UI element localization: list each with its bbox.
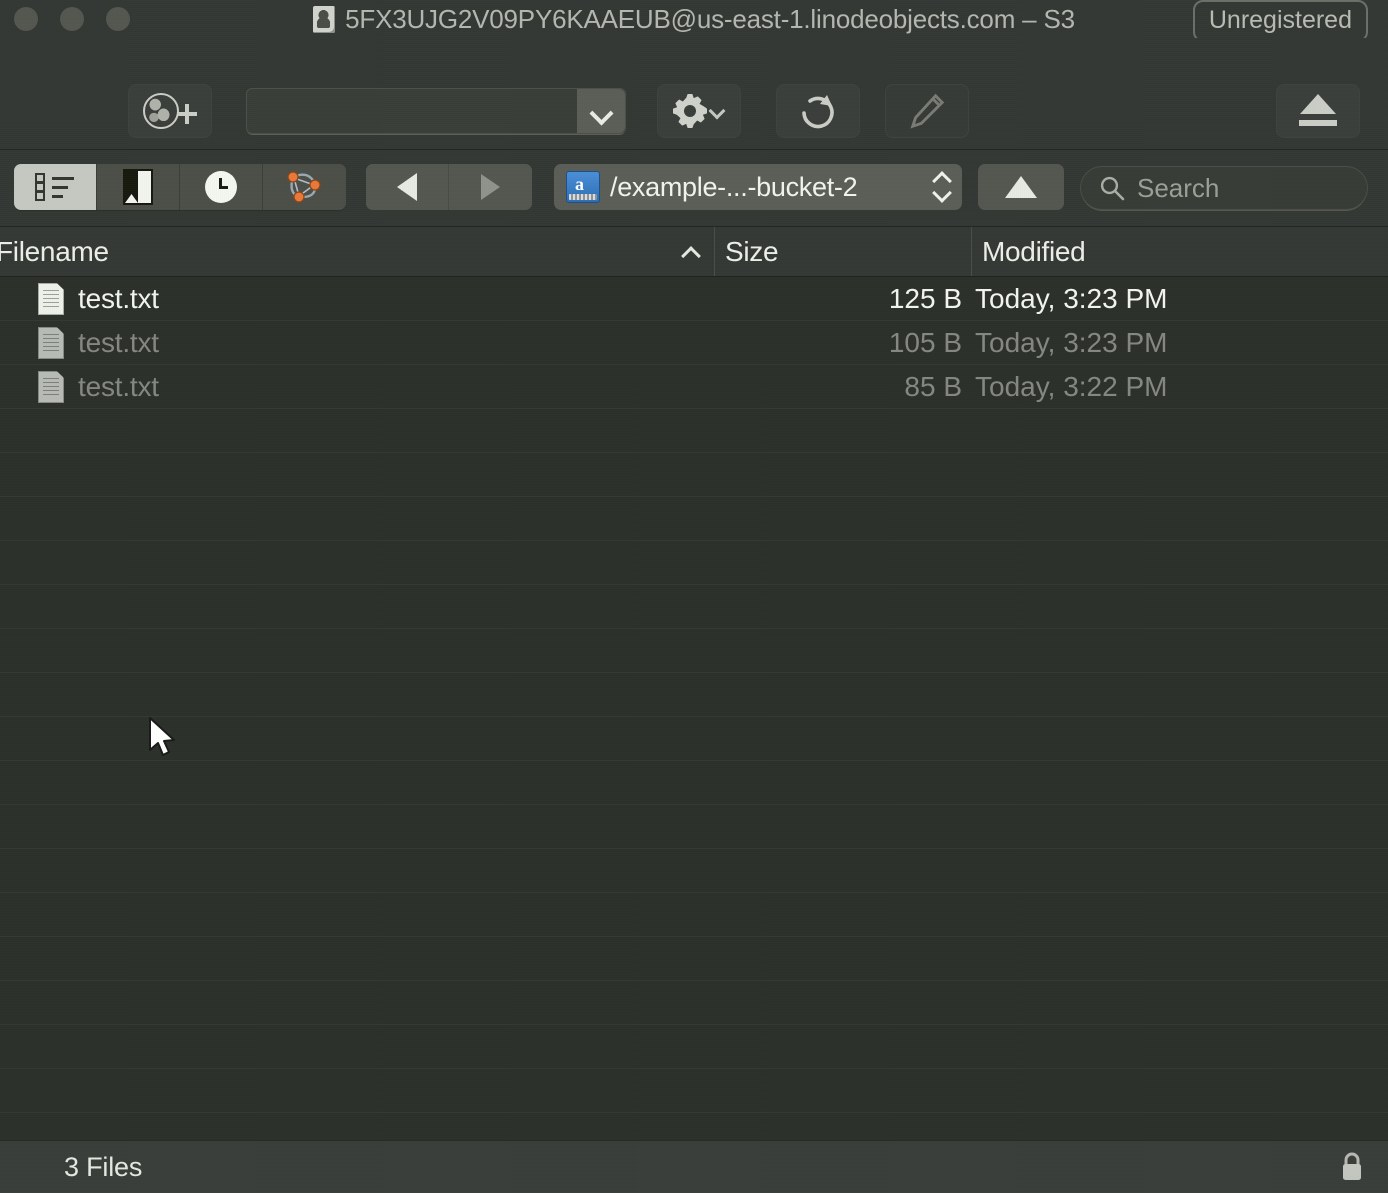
view-segmented-control <box>14 164 346 210</box>
column-header-size-label: Size <box>725 236 778 268</box>
file-size-cell: 85 B <box>714 365 966 409</box>
column-header-modified-label: Modified <box>982 236 1085 268</box>
file-modified-cell: Today, 3:23 PM <box>975 321 1167 365</box>
text-document-icon <box>38 327 64 359</box>
column-header-filename-label: Filename <box>0 236 109 268</box>
column-header-modified[interactable]: Modified <box>971 227 1388 276</box>
quick-connect-combobox[interactable] <box>246 88 626 134</box>
file-rows: test.txt 125 B Today, 3:23 PM test.txt 1… <box>0 277 1388 409</box>
lock-icon[interactable] <box>1338 1150 1366 1184</box>
action-icon-wrap <box>657 84 741 138</box>
refresh-icon <box>798 91 838 131</box>
traffic-light-group <box>0 7 130 31</box>
amazon-s3-icon: a <box>566 171 600 203</box>
forward-button[interactable] <box>449 164 532 210</box>
main-toolbar: Open Connection Quick Connect Action <box>0 38 1388 150</box>
file-modified-cell: Today, 3:23 PM <box>975 277 1167 321</box>
caret-up-icon <box>684 245 700 261</box>
transfers-network-icon <box>283 168 327 206</box>
navigation-bar: a /example-...-bucket-2 <box>0 150 1388 227</box>
segment-browser[interactable] <box>14 164 97 210</box>
text-document-icon <box>38 371 64 403</box>
quick-connect-field[interactable] <box>246 88 626 134</box>
backblaze-cyberduck-window: 5FX3UJG2V09PY6KAAEUB@us-east-1.linodeobj… <box>0 0 1388 1193</box>
file-name-label: test.txt <box>78 327 159 359</box>
chevron-down-icon <box>709 105 725 115</box>
zoom-button[interactable] <box>106 7 130 31</box>
file-size-cell: 105 B <box>714 321 966 365</box>
unregistered-badge[interactable]: Unregistered <box>1193 0 1368 42</box>
gear-icon <box>671 93 727 129</box>
text-document-icon <box>38 283 64 315</box>
file-name-cell: test.txt <box>0 277 712 321</box>
column-header-filename[interactable]: Filename <box>0 227 708 276</box>
table-row[interactable]: test.txt 105 B Today, 3:23 PM <box>0 321 1388 365</box>
file-name-cell: test.txt <box>0 365 712 409</box>
disconnect-icon-wrap <box>1276 84 1360 138</box>
file-list-column-headers: Filename Size Modified <box>0 227 1388 277</box>
file-name-cell: test.txt <box>0 321 712 365</box>
file-name-label: test.txt <box>78 283 159 315</box>
clock-icon <box>205 171 237 203</box>
segment-bookmarks[interactable] <box>97 164 180 210</box>
window-titlebar: 5FX3UJG2V09PY6KAAEUB@us-east-1.linodeobj… <box>0 0 1388 38</box>
file-name-label: test.txt <box>78 371 159 403</box>
browser-list-icon <box>35 173 75 201</box>
minimize-button[interactable] <box>60 7 84 31</box>
close-button[interactable] <box>14 7 38 31</box>
segment-history[interactable] <box>180 164 263 210</box>
up-down-stepper-icon <box>932 169 954 205</box>
file-size-cell: 125 B <box>714 277 966 321</box>
globe-plus-icon <box>143 91 197 131</box>
file-modified-cell: Today, 3:22 PM <box>975 365 1167 409</box>
window-title: 5FX3UJG2V09PY6KAAEUB@us-east-1.linodeobj… <box>345 4 1075 35</box>
table-row[interactable]: test.txt 85 B Today, 3:22 PM <box>0 365 1388 409</box>
open-connection-icon-wrap <box>128 84 212 138</box>
window-title-group: 5FX3UJG2V09PY6KAAEUB@us-east-1.linodeobj… <box>0 0 1388 38</box>
triangle-up-icon <box>1005 176 1037 198</box>
triangle-left-icon <box>397 173 417 201</box>
s3-document-icon <box>313 6 335 33</box>
parent-directory-button[interactable] <box>978 164 1064 210</box>
back-button[interactable] <box>366 164 449 210</box>
search-icon <box>1099 175 1125 201</box>
status-bar: 3 Files <box>0 1140 1388 1193</box>
quick-connect-dropdown-button[interactable] <box>577 89 625 133</box>
current-path-label: /example-...-bucket-2 <box>610 172 922 203</box>
file-browser-list[interactable]: test.txt 125 B Today, 3:23 PM test.txt 1… <box>0 277 1388 1140</box>
chevron-down-icon <box>590 105 612 117</box>
edit-icon-wrap <box>885 84 969 138</box>
quick-connect-input[interactable] <box>255 95 569 127</box>
refresh-icon-wrap <box>776 84 860 138</box>
pencil-icon <box>908 92 946 130</box>
column-header-size[interactable]: Size <box>714 227 970 276</box>
table-row[interactable]: test.txt 125 B Today, 3:23 PM <box>0 277 1388 321</box>
triangle-right-icon <box>481 174 500 200</box>
bookmark-icon <box>123 169 153 205</box>
path-popup-button[interactable]: a /example-...-bucket-2 <box>554 164 962 210</box>
segment-transfers[interactable] <box>263 164 346 210</box>
search-input[interactable] <box>1137 173 1388 204</box>
navigation-arrows <box>366 164 532 210</box>
file-count-label: 3 Files <box>64 1152 142 1183</box>
search-field[interactable] <box>1080 166 1368 210</box>
eject-icon <box>1296 94 1340 128</box>
